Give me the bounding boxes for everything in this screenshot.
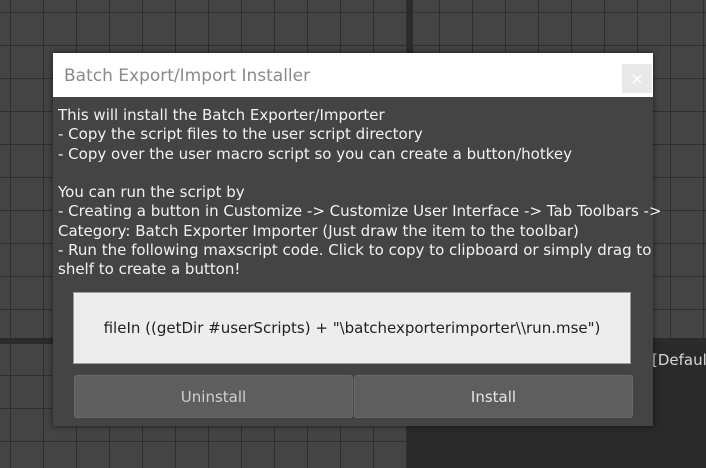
- uninstall-button[interactable]: Uninstall: [74, 375, 353, 418]
- close-button[interactable]: ×: [622, 64, 652, 93]
- maxscript-code-text: fileIn ((getDir #userScripts) + "\batche…: [103, 319, 601, 337]
- close-icon: ×: [630, 69, 644, 88]
- instruction-line: - Creating a button in Customize -> Cust…: [58, 202, 662, 221]
- installer-dialog: Batch Export/Import Installer × This wil…: [53, 53, 662, 426]
- install-label: Install: [470, 387, 517, 406]
- instruction-line: You can run the script by: [58, 183, 245, 202]
- dialog-titlebar[interactable]: Batch Export/Import Installer ×: [53, 53, 653, 97]
- instruction-line: [58, 164, 650, 183]
- instruction-line: - Run the following maxscript code. Clic…: [58, 241, 652, 260]
- maxscript-code-button[interactable]: fileIn ((getDir #userScripts) + "\batche…: [73, 292, 631, 364]
- install-button[interactable]: Install: [354, 375, 633, 418]
- instruction-line: - Copy the script files to the user scri…: [58, 125, 423, 144]
- dialog-title: Batch Export/Import Installer: [64, 66, 311, 86]
- instructions-text: This will install the Batch Exporter/Imp…: [58, 106, 662, 280]
- instruction-line: This will install the Batch Exporter/Imp…: [58, 106, 385, 124]
- viewport-label[interactable]: [Defaul: [652, 351, 706, 369]
- instruction-line: shelf to create a button!: [58, 260, 241, 279]
- uninstall-label: Uninstall: [180, 387, 247, 406]
- instruction-line: - Copy over the user macro script so you…: [58, 144, 572, 163]
- instruction-line: Category: Batch Exporter Importer (Just …: [58, 221, 579, 240]
